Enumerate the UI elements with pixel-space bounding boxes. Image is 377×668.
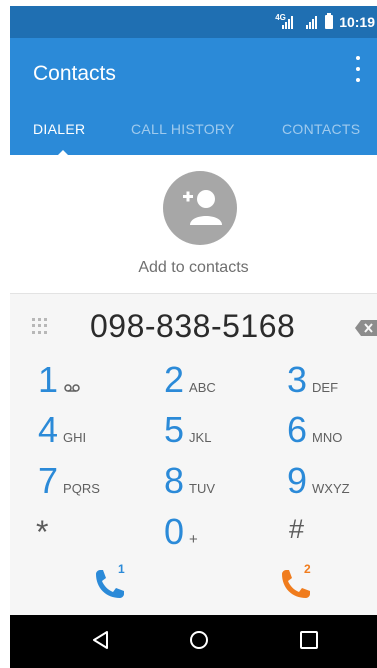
navigation-bar [10, 615, 377, 668]
tab-call-history[interactable]: CALL HISTORY [131, 121, 235, 137]
key-digit: 6 [287, 409, 308, 450]
tab-bar: DIALER CALL HISTORY CONTACTS [10, 118, 377, 157]
key-digit: 4 [38, 409, 59, 450]
back-icon[interactable] [90, 629, 112, 651]
key-digit: 2 [164, 359, 185, 400]
key-8[interactable]: 8 TUV [164, 463, 215, 499]
dialpad-grip-icon[interactable] [32, 318, 48, 334]
home-icon[interactable] [188, 629, 210, 651]
key-letters: GHI [63, 430, 87, 445]
dialed-number[interactable]: 098-838-5168 [90, 308, 295, 345]
key-digit: 5 [164, 409, 185, 450]
key-digit: 8 [164, 460, 185, 501]
tab-dialer[interactable]: DIALER [33, 121, 85, 137]
key-digit: 7 [38, 460, 59, 501]
add-person-icon[interactable] [163, 171, 237, 245]
add-to-contacts-area[interactable]: Add to contacts [10, 155, 377, 293]
signal-icon [299, 15, 318, 29]
key-digit: 0 [164, 511, 185, 552]
key-7[interactable]: 7 PQRS [38, 463, 100, 499]
key-9[interactable]: 9 WXYZ [287, 463, 350, 499]
battery-icon [325, 13, 334, 29]
key-0[interactable]: 0 + [164, 514, 198, 550]
call-sim1-button[interactable]: 1 [88, 562, 130, 606]
key-letters: MNO [312, 430, 343, 445]
status-bar: 4G 10:19 [10, 6, 377, 38]
key-letters: ABC [189, 380, 216, 395]
add-to-contacts-label: Add to contacts [138, 259, 249, 276]
sim2-label: 2 [304, 562, 311, 576]
key-letters: TUV [189, 481, 216, 496]
key-3[interactable]: 3 DEF [287, 362, 338, 398]
key-letters: + [189, 531, 198, 548]
key-letters: JKL [189, 430, 212, 445]
signal-4g-icon: 4G [275, 12, 294, 29]
recents-icon[interactable] [298, 629, 320, 651]
key-1[interactable]: 1 [38, 362, 80, 398]
key-digit: 1 [38, 359, 59, 400]
key-4[interactable]: 4 GHI [38, 412, 86, 448]
key-star[interactable]: * [36, 516, 48, 548]
call-sim2-button[interactable]: 2 [274, 562, 316, 606]
backspace-icon[interactable] [355, 320, 377, 336]
more-vert-icon[interactable] [355, 56, 361, 82]
key-hash[interactable]: # [289, 516, 304, 543]
tab-contacts[interactable]: CONTACTS [282, 121, 360, 137]
key-digit: * [36, 514, 49, 550]
sim1-label: 1 [118, 562, 125, 576]
dialpad: 098-838-5168 1 2 ABC 3 DEF 4 GHI 5 JKL 6… [10, 293, 377, 615]
voicemail-icon [64, 384, 80, 392]
app-bar: Contacts DIALER CALL HISTORY CONTACTS [10, 38, 377, 157]
key-digit: 9 [287, 460, 308, 501]
key-letters: DEF [312, 380, 339, 395]
network-type-label: 4G [275, 12, 286, 22]
key-5[interactable]: 5 JKL [164, 412, 211, 448]
status-time: 10:19 [339, 14, 375, 30]
key-digit: # [289, 514, 305, 544]
key-2[interactable]: 2 ABC [164, 362, 216, 398]
key-letters: PQRS [63, 481, 100, 496]
key-letters: WXYZ [312, 481, 350, 496]
page-title: Contacts [33, 62, 116, 85]
key-6[interactable]: 6 MNO [287, 412, 342, 448]
digits-row: 098-838-5168 [10, 294, 377, 358]
key-digit: 3 [287, 359, 308, 400]
